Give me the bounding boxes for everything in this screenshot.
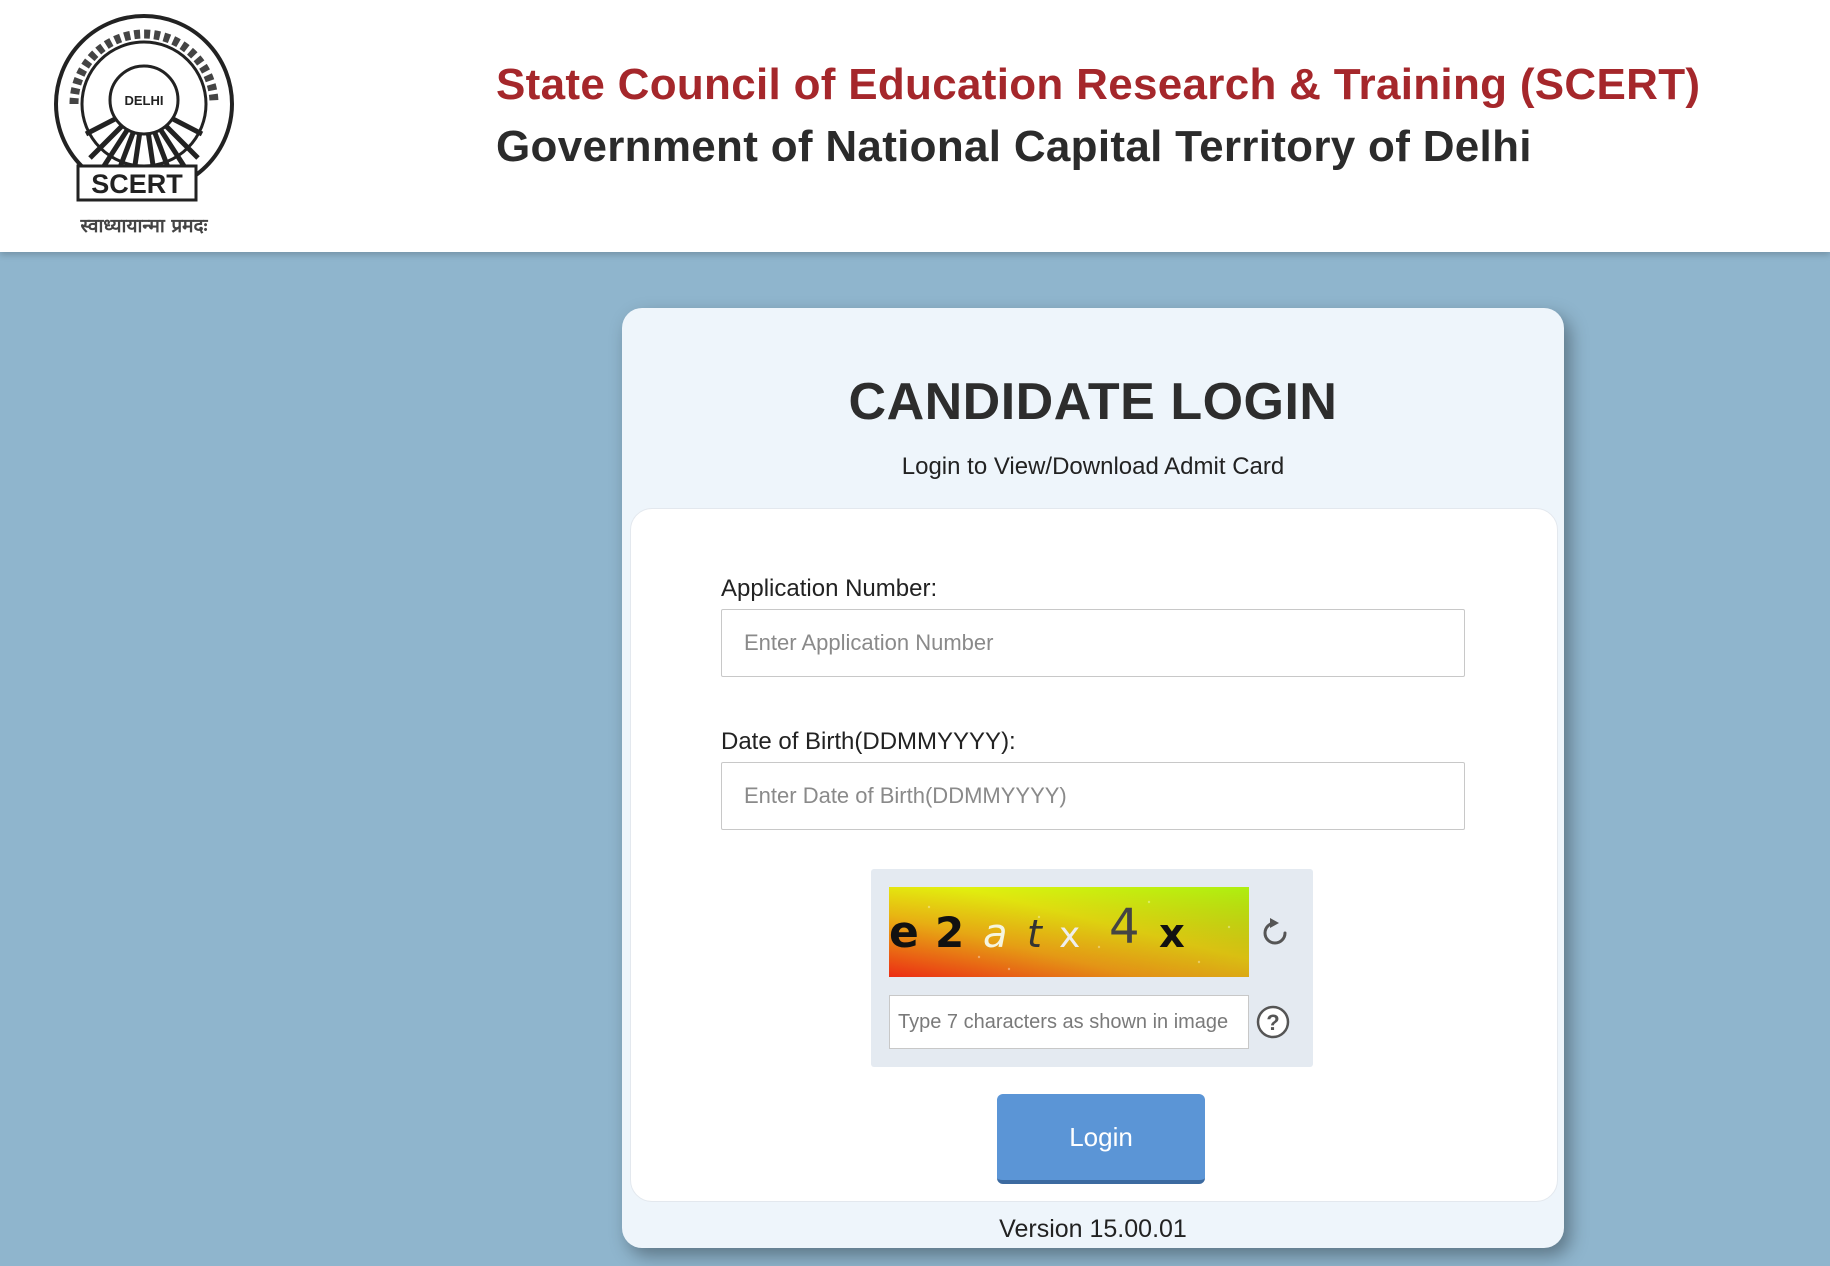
scert-logo: DELHI SCERT स्वाध्यायान्मा प्रमदः: [54, 14, 234, 237]
help-icon[interactable]: ?: [1255, 1004, 1291, 1040]
header-title: State Council of Education Research & Tr…: [496, 60, 1701, 109]
logo-badge-text: SCERT: [91, 169, 183, 199]
login-button[interactable]: Login: [997, 1094, 1205, 1184]
logo-center-text: DELHI: [125, 93, 164, 108]
captcha-char-2: 2: [935, 908, 964, 957]
login-card: CANDIDATE LOGIN Login to View/Download A…: [622, 308, 1564, 1248]
captcha-char-1: e: [889, 907, 919, 958]
captcha-box: e 2 a t x 4 x ?: [871, 869, 1313, 1067]
captcha-char-5: x: [1059, 915, 1080, 956]
site-header: DELHI SCERT स्वाध्यायान्मा प्रमदः State …: [0, 0, 1830, 252]
application-number-label: Application Number:: [721, 575, 938, 602]
login-title: CANDIDATE LOGIN: [848, 373, 1338, 431]
dob-label: Date of Birth(DDMMYYYY):: [721, 728, 1016, 755]
captcha-char-7: x: [1159, 911, 1185, 957]
refresh-icon[interactable]: [1257, 915, 1293, 951]
svg-text:?: ?: [1266, 1010, 1279, 1035]
header-subtitle: Government of National Capital Territory…: [496, 122, 1532, 171]
application-number-input[interactable]: [721, 609, 1465, 677]
captcha-input[interactable]: [889, 995, 1249, 1049]
login-form: Application Number: Date of Birth(DDMMYY…: [630, 508, 1558, 1202]
captcha-char-4: t: [1027, 912, 1044, 956]
login-subtitle: Login to View/Download Admit Card: [901, 453, 1285, 480]
version-text: Version 15.00.01: [999, 1215, 1187, 1243]
dob-input[interactable]: [721, 762, 1465, 830]
logo-motto: स्वाध्यायान्मा प्रमदः: [80, 215, 209, 237]
captcha-char-6: 4: [1109, 899, 1140, 955]
captcha-image: e 2 a t x 4 x: [889, 887, 1249, 977]
captcha-char-3: a: [983, 911, 1008, 957]
